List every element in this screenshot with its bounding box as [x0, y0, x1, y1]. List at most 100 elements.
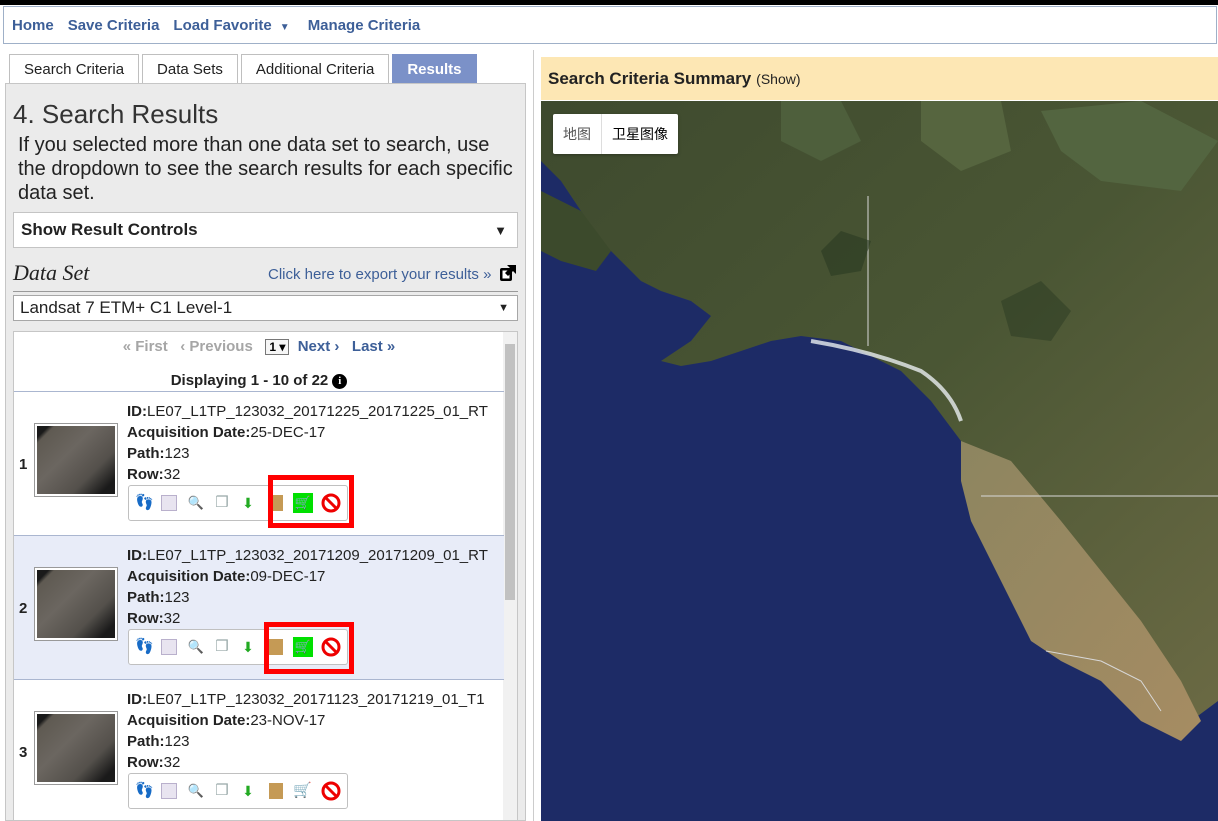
- displaying-count-text: Displaying 1 - 10 of 22: [170, 372, 329, 389]
- satellite-map[interactable]: [541, 101, 1218, 821]
- result-number: 3: [19, 744, 28, 761]
- highlight-box: [264, 622, 354, 674]
- order-cart-icon[interactable]: 🛒: [293, 782, 312, 800]
- pager-last[interactable]: Last »: [352, 338, 395, 355]
- browse-preview-icon[interactable]: 🔍: [187, 638, 205, 656]
- nav-home[interactable]: Home: [12, 17, 54, 34]
- pager-first: « First: [122, 338, 168, 355]
- result-row: 1 ID:LE07_L1TP_123032_20171225_20171225_…: [14, 391, 504, 535]
- results-list: « First ‹ Previous 1 ▾ Next › Last » Dis…: [13, 331, 518, 821]
- info-icon[interactable]: i: [332, 374, 348, 389]
- footprint-icon[interactable]: 👣: [135, 494, 154, 512]
- row-label: Row:: [127, 466, 164, 483]
- scrollbar[interactable]: [503, 332, 517, 820]
- path-label: Path:: [127, 733, 165, 750]
- data-set-select-value: Landsat 7 ETM+ C1 Level-1: [20, 298, 233, 317]
- browse-preview-icon[interactable]: 🔍: [187, 782, 205, 800]
- tab-additional-criteria[interactable]: Additional Criteria: [240, 54, 390, 83]
- result-date-line: Acquisition Date:09-DEC-17: [127, 566, 488, 587]
- result-row-value: 32: [163, 610, 181, 627]
- result-metadata: ID:LE07_L1TP_123032_20171209_20171209_01…: [127, 545, 488, 629]
- pager: « First ‹ Previous 1 ▾ Next › Last »: [14, 338, 504, 356]
- result-id: LE07_L1TP_123032_20171123_20171219_01_T1: [147, 691, 485, 708]
- footprint-icon[interactable]: 👣: [135, 782, 154, 800]
- export-results-link[interactable]: Click here to export your results »: [268, 266, 518, 283]
- nav-save-criteria[interactable]: Save Criteria: [68, 17, 160, 34]
- scrollbar-thumb[interactable]: [505, 344, 515, 600]
- tab-results[interactable]: Results: [392, 54, 477, 83]
- result-id: LE07_L1TP_123032_20171225_20171225_01_RT: [147, 403, 488, 420]
- result-row-value: 32: [163, 754, 181, 771]
- displaying-count: Displaying 1 - 10 of 22 i: [14, 372, 504, 389]
- download-icon[interactable]: ⬇: [239, 782, 257, 800]
- map-type-map[interactable]: 地图: [553, 114, 601, 154]
- browse-thumbnail[interactable]: [34, 423, 118, 497]
- pager-next[interactable]: Next ›: [298, 338, 340, 355]
- browse-thumbnail[interactable]: [34, 711, 118, 785]
- compare-icon[interactable]: ❒: [213, 638, 231, 656]
- summary-title: Search Criteria Summary: [548, 68, 752, 88]
- result-id: LE07_L1TP_123032_20171209_20171209_01_RT: [147, 547, 488, 564]
- row-label: Row:: [127, 754, 164, 771]
- pager-previous: ‹ Previous: [180, 338, 253, 355]
- compare-icon[interactable]: ❒: [213, 782, 231, 800]
- result-row-value: 32: [163, 466, 181, 483]
- divider: [13, 291, 518, 292]
- nav-load-favorite-label: Load Favorite: [173, 16, 272, 34]
- exclude-icon[interactable]: [321, 781, 341, 801]
- overlay-icon[interactable]: [161, 639, 177, 655]
- row-label: Row:: [127, 610, 164, 627]
- result-path: 123: [164, 733, 190, 750]
- compare-icon[interactable]: ❒: [213, 494, 231, 512]
- page-select[interactable]: 1 ▾: [265, 339, 290, 356]
- bulk-download-icon[interactable]: [269, 783, 283, 799]
- search-criteria-summary[interactable]: Search Criteria Summary (Show): [541, 57, 1218, 100]
- data-set-label: Data Set: [13, 260, 90, 285]
- result-id-line: ID:LE07_L1TP_123032_20171209_20171209_01…: [127, 545, 488, 566]
- map-type-control: 地图 卫星图像: [553, 114, 678, 154]
- result-id-line: ID:LE07_L1TP_123032_20171123_20171219_01…: [127, 689, 485, 710]
- result-actions: 👣 🔍 ❒ ⬇ 🛒: [128, 773, 348, 809]
- result-date: 09-DEC-17: [250, 568, 326, 585]
- date-label: Acquisition Date:: [127, 712, 251, 729]
- caret-down-icon: ▼: [498, 302, 509, 314]
- footprint-icon[interactable]: 👣: [135, 638, 154, 656]
- show-result-controls[interactable]: Show Result Controls ▼: [13, 212, 518, 248]
- result-id-line: ID:LE07_L1TP_123032_20171225_20171225_01…: [127, 401, 488, 422]
- id-label: ID:: [127, 547, 147, 564]
- id-label: ID:: [127, 691, 147, 708]
- download-icon[interactable]: ⬇: [239, 494, 257, 512]
- id-label: ID:: [127, 403, 147, 420]
- download-icon[interactable]: ⬇: [239, 638, 257, 656]
- result-number: 1: [19, 456, 28, 473]
- map-imagery: [541, 101, 1218, 821]
- result-row: 2 ID:LE07_L1TP_123032_20171209_20171209_…: [14, 535, 504, 679]
- map-type-satellite[interactable]: 卫星图像: [601, 114, 678, 154]
- path-label: Path:: [127, 445, 165, 462]
- result-path-line: Path:123: [127, 731, 485, 752]
- top-black-bar: [0, 0, 1218, 5]
- result-path: 123: [164, 445, 190, 462]
- summary-show-link[interactable]: (Show): [756, 71, 800, 87]
- show-result-controls-label: Show Result Controls: [21, 220, 198, 239]
- overlay-icon[interactable]: [161, 783, 177, 799]
- data-set-select[interactable]: Landsat 7 ETM+ C1 Level-1 ▼: [13, 295, 518, 321]
- result-metadata: ID:LE07_L1TP_123032_20171123_20171219_01…: [127, 689, 485, 773]
- external-link-icon[interactable]: [499, 264, 517, 282]
- intro-text: If you selected more than one data set t…: [18, 134, 513, 204]
- tab-search-criteria[interactable]: Search Criteria: [9, 54, 140, 83]
- nav-manage-criteria[interactable]: Manage Criteria: [308, 17, 421, 34]
- result-path-line: Path:123: [127, 443, 488, 464]
- result-metadata: ID:LE07_L1TP_123032_20171225_20171225_01…: [127, 401, 488, 485]
- chevron-down-icon: ▼: [279, 21, 290, 33]
- thumbnail-image: [37, 426, 115, 494]
- nav-load-favorite[interactable]: Load Favorite ▼: [173, 17, 289, 34]
- overlay-icon[interactable]: [161, 495, 177, 511]
- highlight-box: [268, 475, 354, 528]
- result-row-line: Row:32: [127, 752, 485, 773]
- browse-preview-icon[interactable]: 🔍: [187, 494, 205, 512]
- result-date-line: Acquisition Date:23-NOV-17: [127, 710, 485, 731]
- browse-thumbnail[interactable]: [34, 567, 118, 641]
- thumbnail-image: [37, 714, 115, 782]
- tab-data-sets[interactable]: Data Sets: [142, 54, 238, 83]
